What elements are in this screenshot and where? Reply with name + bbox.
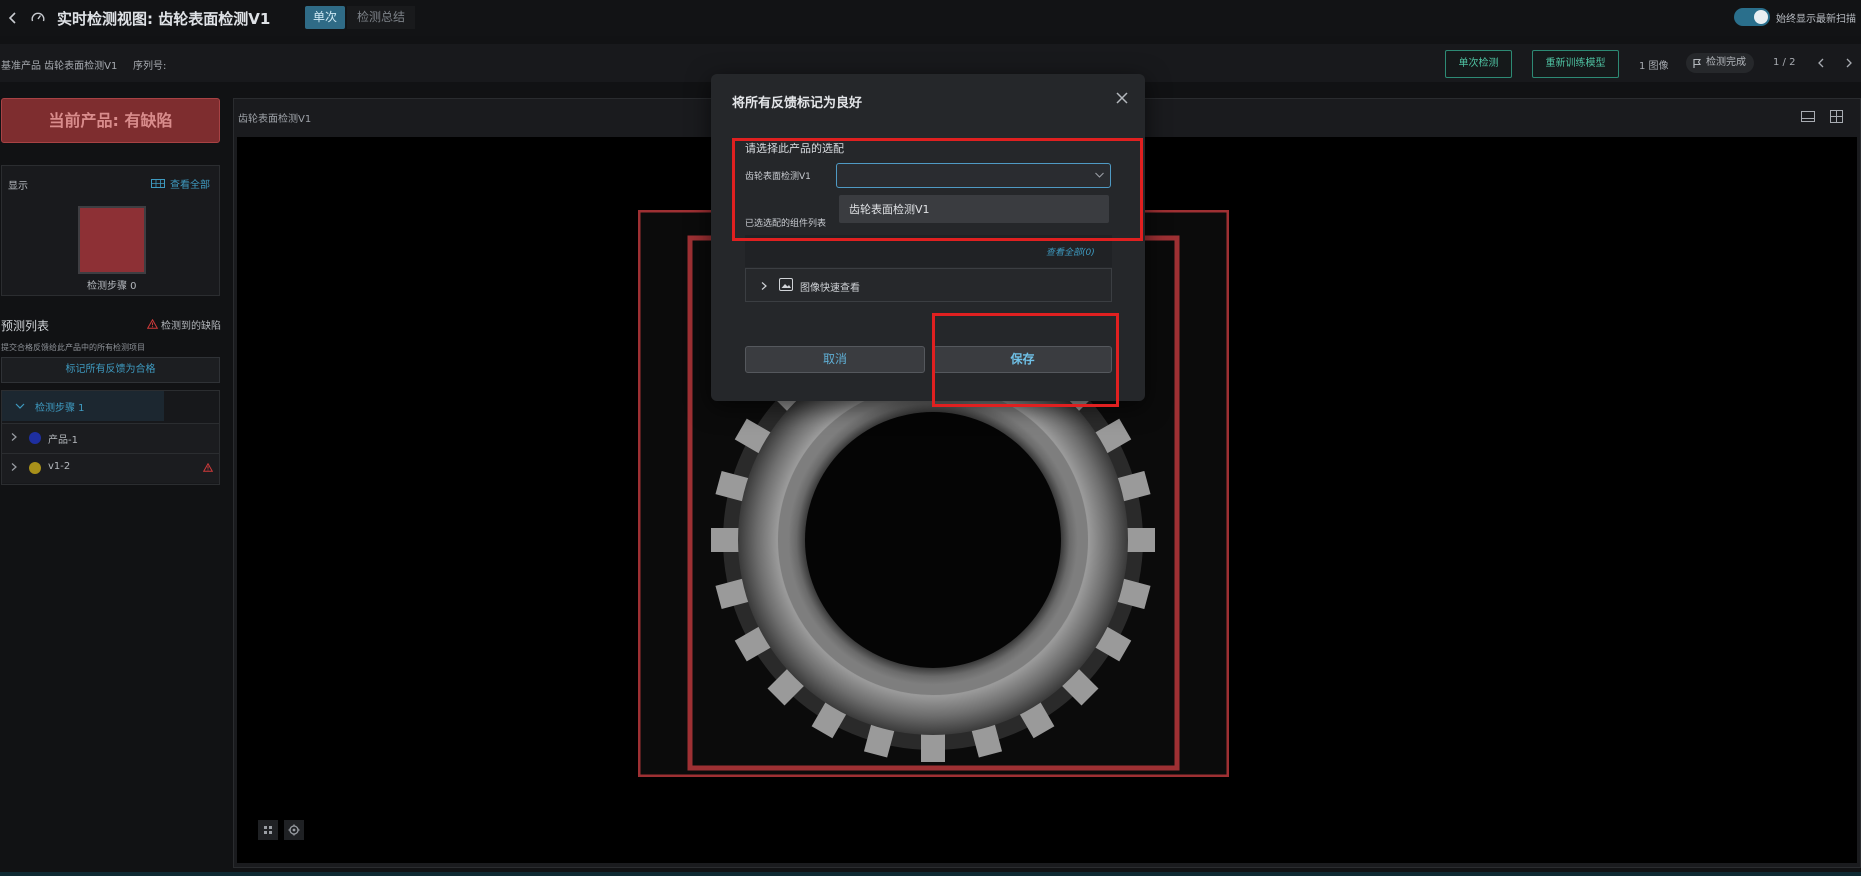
latest-scan-toggle[interactable] (1734, 8, 1770, 26)
serial-number-label: 序列号: (133, 61, 167, 72)
tab-single[interactable]: 单次 (305, 6, 346, 29)
chevron-down-icon[interactable] (14, 402, 26, 410)
dialog-title: 将所有反馈标记为良好 (732, 96, 863, 111)
display-label: 显示 (8, 181, 28, 192)
cancel-button[interactable]: 取消 (745, 346, 925, 373)
chevron-right-icon[interactable] (10, 462, 18, 472)
close-icon[interactable] (1115, 91, 1129, 105)
mark-all-good-button[interactable]: 标记所有反馈为合格 (1, 357, 220, 383)
grid-view-icon[interactable] (1830, 110, 1843, 123)
back-icon[interactable] (6, 10, 20, 26)
fit-to-screen-icon[interactable] (258, 820, 278, 840)
view-all-link[interactable]: 查看全部 (170, 176, 210, 191)
chevron-right-icon[interactable] (10, 432, 18, 442)
base-product-label: 基准产品 齿轮表面检测V1 (1, 61, 118, 72)
current-product-banner: 当前产品: 有缺陷 (1, 98, 220, 143)
viewer-title: 齿轮表面检测V1 (238, 114, 312, 125)
grid-icon[interactable] (151, 179, 165, 188)
warning-icon (203, 463, 213, 472)
single-detect-button[interactable]: 单次检测 (1445, 50, 1512, 78)
annotation-highlight (732, 138, 1143, 241)
tab-summary[interactable]: 检测总结 (347, 6, 416, 29)
prediction-list-title: 预测列表 (1, 319, 50, 333)
status-text: 检测完成 (1706, 57, 1746, 68)
page-title: 实时检测视图: 齿轮表面检测V1 (57, 10, 271, 28)
bottom-strip (0, 872, 1861, 876)
chevron-right-icon[interactable] (760, 281, 768, 291)
page-indicator: 1 / 2 (1773, 57, 1796, 68)
inspection-thumbnail[interactable] (78, 206, 146, 274)
image-quick-view-label: 图像快速查看 (800, 283, 860, 294)
class-color-dot (29, 462, 41, 474)
class-color-dot (29, 432, 41, 444)
chevron-left-icon[interactable] (1816, 57, 1826, 69)
tree-step-label: 检测步骤 1 (35, 403, 85, 414)
flag-icon (1693, 58, 1701, 68)
top-bar (0, 0, 1861, 36)
dialog-view-all-link[interactable]: 查看全部(0) (1046, 245, 1095, 258)
defects-detected-label: 检测到的缺陷 (161, 321, 221, 332)
annotation-highlight (932, 313, 1119, 407)
prediction-description: 提交合格反馈给此产品中的所有检测项目 (1, 343, 145, 352)
single-view-icon[interactable] (1801, 111, 1815, 122)
tree-item-label: v1-2 (48, 461, 71, 472)
gear-icon[interactable] (284, 820, 304, 840)
chevron-right-icon[interactable] (1844, 57, 1854, 69)
image-icon (779, 278, 793, 291)
retrain-model-button[interactable]: 重新训练模型 (1532, 50, 1619, 78)
images-count: 1 图像 (1639, 61, 1669, 72)
warning-icon (147, 319, 158, 329)
thumbnail-caption: 检测步骤 0 (87, 281, 137, 292)
toggle-knob (1754, 10, 1768, 24)
gauge-icon (30, 10, 46, 26)
tree-item-label: 产品-1 (48, 435, 78, 446)
toggle-label: 始终显示最新扫描 (1776, 14, 1856, 25)
status-badge: 检测完成 (1686, 53, 1754, 73)
